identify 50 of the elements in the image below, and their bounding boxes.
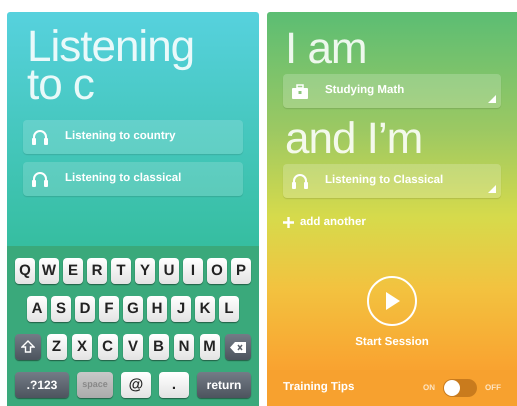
keyboard-key[interactable]: R <box>87 258 107 284</box>
keyboard-key[interactable]: I <box>183 258 203 284</box>
keyboard-key[interactable]: U <box>159 258 179 284</box>
keyboard-key[interactable]: K <box>195 296 215 322</box>
shift-key[interactable] <box>15 334 41 360</box>
keyboard-key[interactable]: . <box>159 372 189 398</box>
keyboard-key[interactable]: T <box>111 258 131 284</box>
keyboard-key[interactable]: Z <box>46 334 66 360</box>
keyboard-key[interactable]: N <box>174 334 194 360</box>
backspace-icon <box>230 342 246 352</box>
keyboard-key[interactable]: O <box>207 258 227 284</box>
delete-key[interactable] <box>225 334 251 360</box>
corner-triangle-icon <box>488 185 496 193</box>
play-icon <box>384 292 400 310</box>
keyboard-key[interactable]: V <box>123 334 143 360</box>
off-label: OFF <box>485 382 501 394</box>
start-session-label: Start Session <box>355 335 429 350</box>
headphones-icon <box>291 173 309 189</box>
corner-triangle-icon <box>488 95 496 103</box>
keyboard-key[interactable]: M <box>200 334 220 360</box>
keyboard-key[interactable]: return <box>197 372 251 398</box>
keyboard-key[interactable]: J <box>171 296 191 322</box>
keyboard-key[interactable]: B <box>148 334 168 360</box>
keyboard-key[interactable]: S <box>51 296 71 322</box>
training-tips-toggle[interactable] <box>443 379 477 397</box>
plus-icon <box>283 217 294 228</box>
keyboard-key[interactable]: W <box>39 258 59 284</box>
keyboard-key[interactable]: X <box>72 334 92 360</box>
headphones-icon <box>31 171 49 187</box>
keyboard-key[interactable]: C <box>98 334 118 360</box>
keyboard-key[interactable]: Q <box>15 258 35 284</box>
keyboard-key[interactable]: H <box>147 296 167 322</box>
keyboard-key[interactable]: L <box>219 296 239 322</box>
keyboard-key[interactable]: Y <box>135 258 155 284</box>
keyboard-key[interactable]: G <box>123 296 143 322</box>
keyboard-key[interactable]: A <box>27 296 47 322</box>
search-heading: Listening to c <box>26 28 196 104</box>
keyboard-key[interactable]: E <box>63 258 83 284</box>
headphones-icon <box>31 129 49 145</box>
keyboard-key[interactable]: @ <box>121 372 151 398</box>
keyboard-key[interactable]: P <box>231 258 251 284</box>
heading: and I’m <box>284 118 424 164</box>
training-tips-label: Training Tips <box>283 380 356 396</box>
keyboard-key[interactable]: .?123 <box>15 372 69 398</box>
shift-arrow-icon <box>21 340 35 354</box>
keyboard-key[interactable]: F <box>99 296 119 322</box>
briefcase-icon <box>291 84 309 98</box>
on-label: ON <box>423 382 435 394</box>
keyboard-key[interactable]: D <box>75 296 95 322</box>
heading: I am <box>284 28 368 74</box>
